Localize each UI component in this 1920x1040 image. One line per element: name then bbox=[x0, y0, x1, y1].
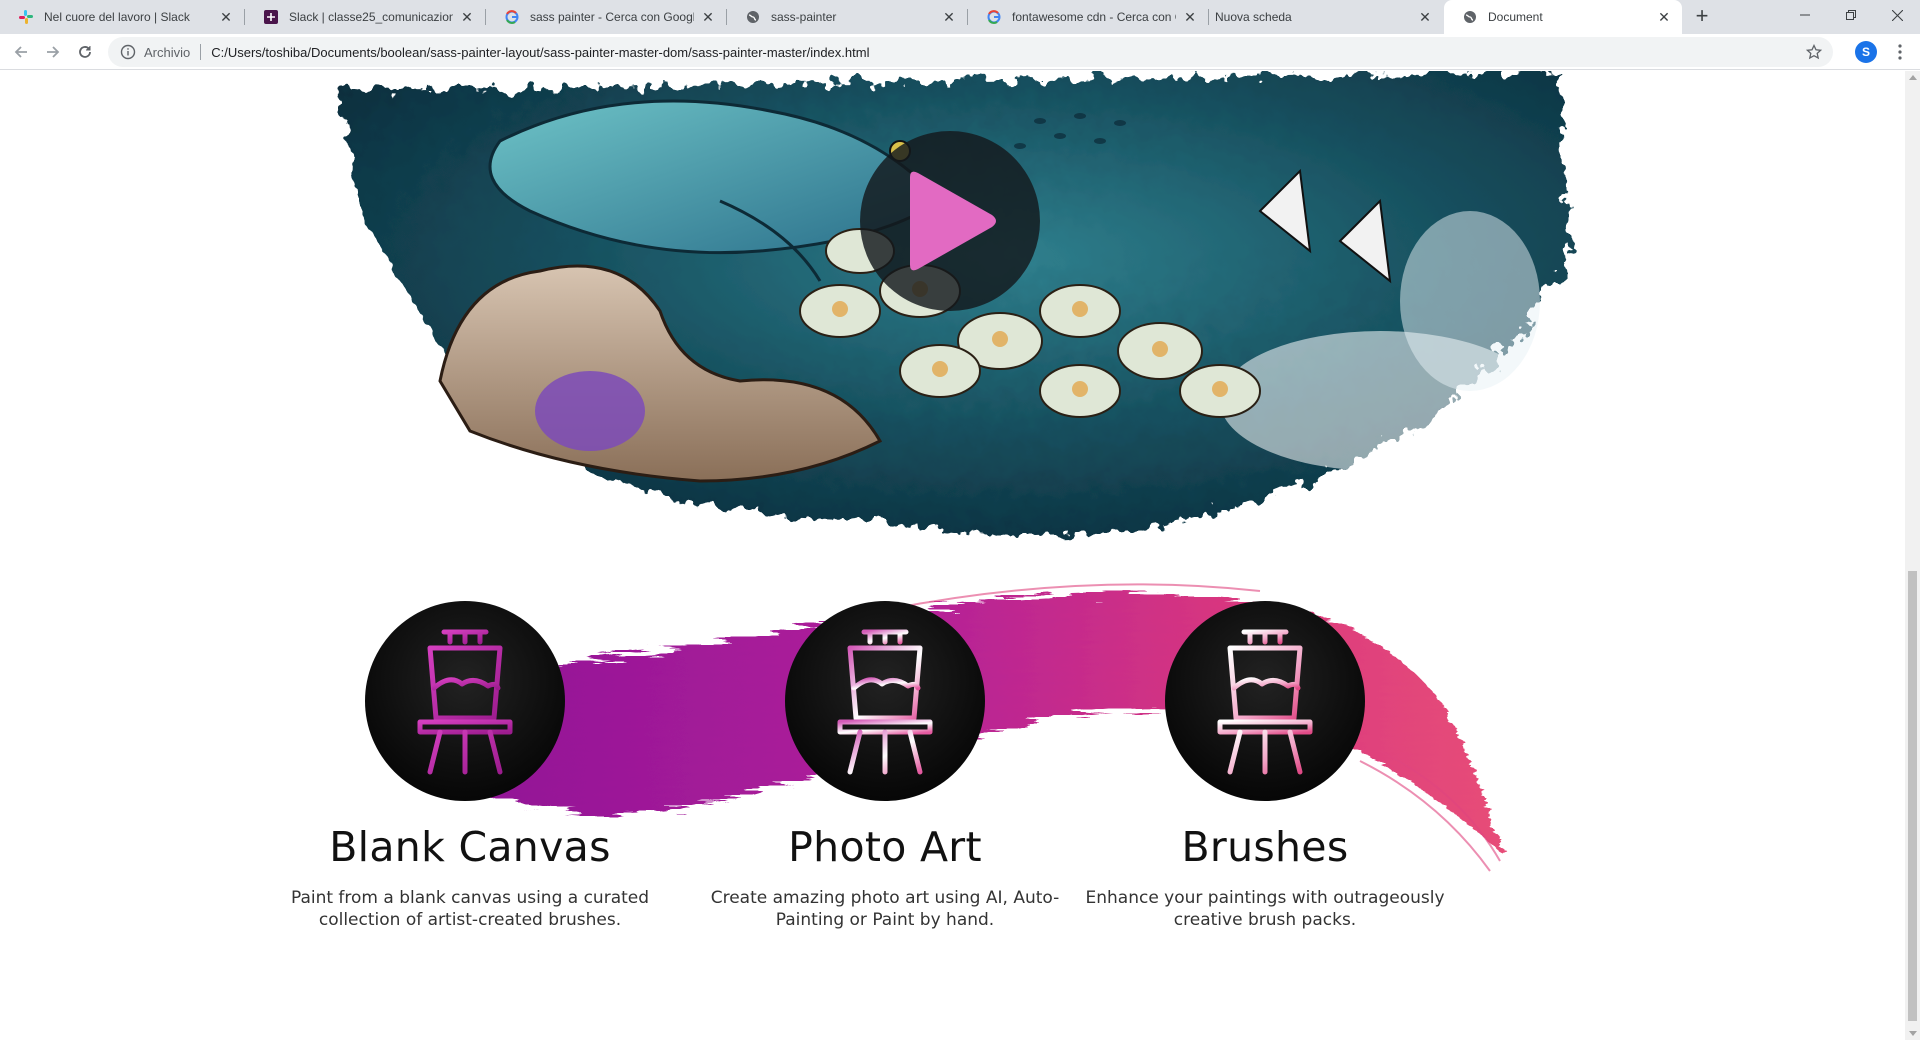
close-tab-icon[interactable]: ✕ bbox=[941, 9, 957, 25]
new-tab-button[interactable]: + bbox=[1690, 5, 1714, 29]
address-bar[interactable]: Archivio C:/Users/toshiba/Documents/bool… bbox=[108, 37, 1833, 67]
feature-title: Brushes bbox=[1181, 823, 1349, 871]
close-tab-icon[interactable]: ✕ bbox=[700, 9, 716, 25]
feature-icon-circle bbox=[785, 601, 985, 801]
google-icon bbox=[986, 9, 1002, 25]
close-tab-icon[interactable]: ✕ bbox=[459, 9, 475, 25]
arrow-left-icon bbox=[14, 46, 27, 58]
star-icon bbox=[1806, 44, 1822, 60]
scroll-up-icon[interactable] bbox=[1909, 75, 1917, 80]
minimize-button[interactable] bbox=[1782, 0, 1828, 30]
scheme-label: Archivio bbox=[144, 44, 191, 60]
feature-description: Enhance your paintings with outrageously… bbox=[1085, 888, 1445, 930]
feature-title: Photo Art bbox=[788, 823, 982, 871]
tab-slack-workspace[interactable]: Slack | classe25_comunicazioni | … ✕ bbox=[245, 0, 485, 34]
feature-description: Create amazing photo art using AI, Auto-… bbox=[710, 888, 1060, 930]
close-tab-icon[interactable]: ✕ bbox=[1417, 9, 1433, 25]
tab-slack[interactable]: Nel cuore del lavoro | Slack ✕ bbox=[0, 0, 244, 34]
globe-icon bbox=[1462, 9, 1478, 25]
scroll-down-icon[interactable] bbox=[1909, 1031, 1917, 1036]
minimize-icon bbox=[1800, 14, 1810, 16]
slack-workspace-icon bbox=[263, 9, 279, 25]
reload-button[interactable] bbox=[73, 40, 97, 64]
tab-title: sass painter - Cerca con Google bbox=[530, 10, 694, 24]
restore-button[interactable] bbox=[1828, 0, 1874, 30]
scrollbar-thumb[interactable] bbox=[1908, 571, 1917, 1021]
close-window-button[interactable] bbox=[1874, 0, 1920, 30]
forward-button[interactable] bbox=[41, 40, 65, 64]
tab-document[interactable]: Document ✕ bbox=[1444, 0, 1682, 34]
tab-sass-painter[interactable]: sass-painter ✕ bbox=[727, 0, 967, 34]
info-icon[interactable] bbox=[120, 44, 136, 60]
profile-avatar[interactable]: S bbox=[1855, 41, 1877, 63]
tab-new-tab[interactable]: Nuova scheda ✕ bbox=[1209, 0, 1443, 34]
tab-google-sass[interactable]: sass painter - Cerca con Google ✕ bbox=[486, 0, 726, 34]
tab-strip: Nel cuore del lavoro | Slack ✕ Slack | c… bbox=[0, 0, 1920, 34]
tab-google-fontawesome[interactable]: fontawesome cdn - Cerca con Go… ✕ bbox=[968, 0, 1208, 34]
browser-toolbar: Archivio C:/Users/toshiba/Documents/bool… bbox=[0, 34, 1920, 70]
slack-icon bbox=[18, 9, 34, 25]
reload-icon bbox=[79, 46, 91, 58]
easel-icon bbox=[833, 629, 937, 775]
more-vert-icon bbox=[1898, 44, 1902, 60]
feature-icon-circle bbox=[1165, 601, 1365, 801]
menu-button[interactable] bbox=[1890, 40, 1910, 64]
tab-title: sass-painter bbox=[771, 10, 837, 24]
url-text[interactable]: C:/Users/toshiba/Documents/boolean/sass-… bbox=[211, 45, 869, 60]
close-icon bbox=[1891, 9, 1903, 21]
globe-icon bbox=[745, 9, 761, 25]
easel-icon bbox=[413, 629, 517, 775]
restore-icon bbox=[1846, 10, 1856, 20]
tab-title: Document bbox=[1488, 10, 1543, 24]
features-section: Blank Canvas Paint from a blank canvas u… bbox=[291, 541, 1520, 941]
feature-icon-circle bbox=[365, 601, 565, 801]
bookmark-button[interactable] bbox=[1799, 37, 1829, 67]
feature-title: Blank Canvas bbox=[329, 823, 611, 871]
address-divider bbox=[200, 44, 202, 60]
play-icon bbox=[910, 171, 996, 271]
tab-title: Nuova scheda bbox=[1215, 10, 1292, 24]
video-play-button[interactable] bbox=[860, 131, 1040, 311]
tab-title: Slack | classe25_comunicazioni | … bbox=[289, 10, 453, 24]
tab-title: fontawesome cdn - Cerca con Go… bbox=[1012, 10, 1176, 24]
close-tab-icon[interactable]: ✕ bbox=[218, 9, 234, 25]
tab-title: Nel cuore del lavoro | Slack bbox=[44, 10, 190, 24]
close-tab-icon[interactable]: ✕ bbox=[1656, 9, 1672, 25]
arrow-right-icon bbox=[47, 46, 60, 58]
easel-icon bbox=[1213, 629, 1317, 775]
feature-description: Paint from a blank canvas using a curate… bbox=[290, 888, 650, 930]
back-button[interactable] bbox=[9, 40, 33, 64]
page-scrollbar[interactable] bbox=[1905, 71, 1920, 1040]
google-icon bbox=[504, 9, 520, 25]
page-viewport: Blank Canvas Paint from a blank canvas u… bbox=[0, 71, 1905, 1040]
close-tab-icon[interactable]: ✕ bbox=[1182, 9, 1198, 25]
